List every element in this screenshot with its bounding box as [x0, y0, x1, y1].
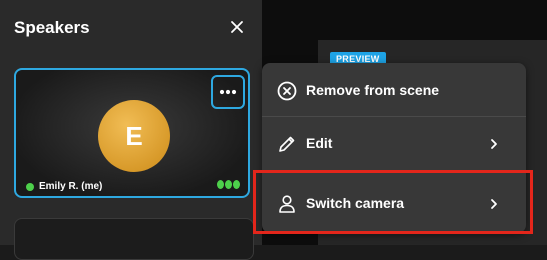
close-icon[interactable]	[229, 19, 245, 35]
menu-item-label: Edit	[306, 135, 333, 151]
speaker-card[interactable]: E Emily R. (me)	[14, 68, 250, 198]
speaker-card-next[interactable]	[14, 218, 254, 260]
sidebar-title: Speakers	[14, 18, 90, 37]
person-icon	[277, 194, 297, 214]
speakers-sidebar: Speakers E Emily R. (me)	[0, 0, 262, 260]
menu-divider	[262, 116, 526, 117]
context-menu: Remove from scene Edit Switch camera	[262, 63, 526, 233]
menu-item-label: Remove from scene	[306, 82, 440, 98]
menu-item-switch-camera[interactable]: Switch camera	[262, 180, 526, 226]
menu-item-remove-from-scene[interactable]: Remove from scene	[262, 67, 526, 113]
menu-divider	[262, 170, 526, 171]
menu-item-edit[interactable]: Edit	[262, 120, 526, 166]
speaker-name: Emily R. (me)	[39, 181, 103, 192]
remove-circle-icon	[277, 81, 297, 101]
status-dot	[26, 182, 34, 191]
chevron-right-icon	[489, 137, 499, 149]
chevron-right-icon	[489, 197, 499, 209]
menu-item-label: Switch camera	[306, 195, 405, 211]
more-horizontal-icon	[219, 89, 237, 95]
signal-strength-icon	[217, 180, 240, 189]
speaker-name-row: Emily R. (me)	[26, 181, 102, 192]
more-options-button[interactable]	[211, 75, 245, 109]
pencil-icon	[277, 134, 297, 154]
avatar: E	[98, 100, 170, 172]
